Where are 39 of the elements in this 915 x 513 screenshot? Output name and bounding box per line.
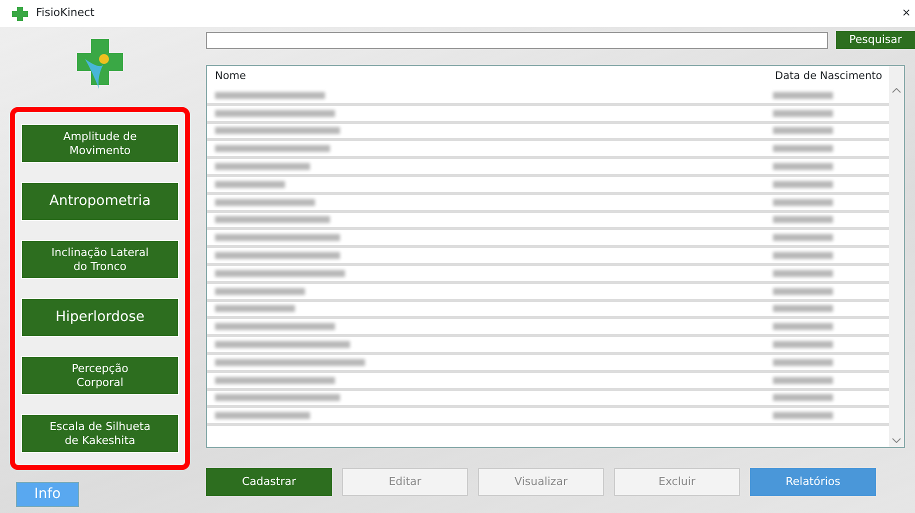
action-button[interactable]: Relatórios xyxy=(750,468,876,496)
blurred-text xyxy=(773,216,833,224)
blurred-text xyxy=(773,234,833,242)
close-button[interactable]: × xyxy=(902,5,911,22)
blurred-text xyxy=(773,252,833,260)
test-button[interactable]: Hiperlordose xyxy=(21,298,179,337)
search-button[interactable]: Pesquisar xyxy=(836,31,915,49)
window-title: FisioKinect xyxy=(36,5,94,22)
blurred-text xyxy=(773,110,833,117)
column-header[interactable]: Data de Nascimento xyxy=(767,69,889,85)
blurred-text xyxy=(773,92,833,99)
blurred-text xyxy=(773,305,833,312)
blurred-text xyxy=(773,412,833,420)
test-button[interactable]: Amplitude de Movimento xyxy=(21,124,179,163)
blurred-text xyxy=(773,288,833,295)
blurred-text xyxy=(773,163,833,170)
blurred-text xyxy=(773,358,833,366)
search-field[interactable] xyxy=(206,32,828,48)
blurred-text xyxy=(773,341,833,348)
column-header[interactable]: Nome xyxy=(207,69,767,85)
blurred-text xyxy=(773,394,833,402)
scroll-down-icon[interactable] xyxy=(892,438,901,443)
blurred-text xyxy=(773,270,833,277)
test-button[interactable]: Escala de Silhueta de Kakeshita xyxy=(21,414,179,453)
blurred-text xyxy=(773,198,833,206)
blurred-text xyxy=(773,323,833,330)
app-icon xyxy=(12,6,28,20)
blurred-text xyxy=(773,376,833,384)
blurred-text xyxy=(773,127,833,134)
test-button[interactable]: Antropometria xyxy=(21,182,179,221)
test-button[interactable]: Inclinação Lateral do Tronco xyxy=(21,240,179,279)
scrollbar[interactable] xyxy=(889,66,904,447)
blurred-text xyxy=(773,145,833,152)
test-button[interactable]: Percepção Corporal xyxy=(21,356,179,395)
scroll-up-icon[interactable] xyxy=(892,88,901,93)
action-button[interactable]: Cadastrar xyxy=(206,468,332,496)
blurred-text xyxy=(215,180,285,188)
blurred-text xyxy=(773,180,833,188)
logo-icon xyxy=(77,39,123,89)
